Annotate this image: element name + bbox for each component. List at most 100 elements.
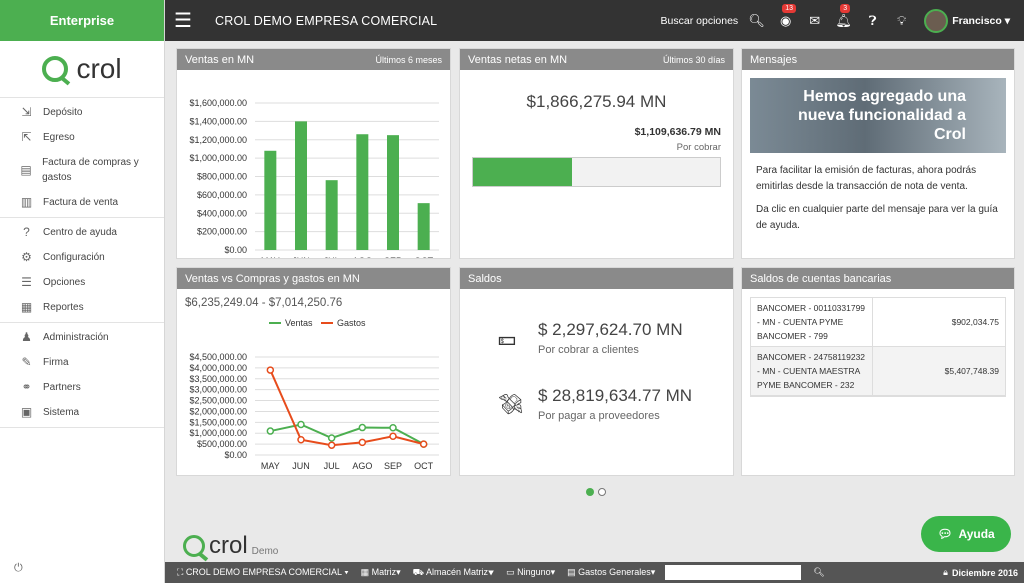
- card-header: Ventas en MN Últimos 6 meses: [177, 49, 450, 70]
- progress-bar: [472, 157, 721, 187]
- x-tick-label: AGO: [352, 256, 372, 258]
- hamburger-menu-icon[interactable]: ☰: [165, 0, 201, 41]
- topbar: ☰ CROL DEMO EMPRESA COMERCIAL Buscar opc…: [165, 0, 1024, 41]
- bank-account-amount: $902,034.75: [951, 317, 999, 327]
- carousel-dot-active[interactable]: [586, 488, 594, 496]
- message-body: Para facilitar la emisión de facturas, a…: [742, 153, 1014, 234]
- truck-icon: ⛟: [412, 566, 426, 577]
- series-line: [269, 369, 424, 447]
- card-subtitle: Últimos 6 meses: [375, 54, 442, 65]
- card-mensajes[interactable]: Mensajes Hemos agregado una nueva funcio…: [741, 48, 1015, 259]
- data-point: [327, 434, 336, 442]
- sidebar-item[interactable]: ☰ Opciones: [0, 270, 164, 295]
- footer-search-input[interactable]: [665, 565, 802, 580]
- x-tick-label: AGO: [352, 461, 372, 469]
- message-paragraph: Da clic en cualquier parte del mensaje p…: [756, 204, 998, 231]
- carousel-dot[interactable]: [598, 488, 606, 496]
- progress-fill: [473, 158, 572, 186]
- footer-gastos[interactable]: ▤ Gastos Generales▾: [567, 567, 655, 578]
- sidebar-item[interactable]: ▤ Factura de compras y gastos: [0, 150, 164, 190]
- sidebar-item-label: Configuración: [43, 252, 105, 263]
- sidebar-item[interactable]: ▣ Sistema: [0, 400, 164, 425]
- sidebar-item[interactable]: ⚙ Configuración: [0, 245, 164, 270]
- footer-bar: ⛶ CROL DEMO EMPRESA COMERCIAL ▾ ▦ Matriz…: [165, 562, 1024, 583]
- sidebar-item[interactable]: ⇲ Depósito: [0, 100, 164, 125]
- search-icon[interactable]: 🔍︎: [742, 13, 771, 29]
- sidebar-item-label: Centro de ayuda: [43, 227, 117, 238]
- data-point: [358, 438, 367, 447]
- table-row[interactable]: BANCOMER - 24758119232 - MN - CUENTA MAE…: [751, 347, 1005, 396]
- footer-date[interactable]: Diciembre 2016: [952, 568, 1018, 578]
- search-options[interactable]: Buscar opciones: [661, 15, 739, 27]
- banner-text: Hemos agregado una nueva funcionalidad a…: [797, 88, 966, 143]
- crol-logo-icon: [42, 56, 69, 82]
- bank-account-amount: $5,407,748.39: [944, 366, 999, 376]
- help-button-label: Ayuda: [958, 527, 995, 541]
- x-tick-label: JUN: [292, 256, 310, 258]
- footer-company[interactable]: ⛶ CROL DEMO EMPRESA COMERCIAL ▾: [177, 567, 349, 578]
- card-header: Ventas vs Compras y gastos en MN: [177, 268, 450, 289]
- sidebar-item[interactable]: ⚭ Partners: [0, 375, 164, 400]
- reports-icon: ▦: [20, 300, 33, 314]
- footer-matriz-label: Matriz: [371, 567, 397, 577]
- menu-group: ? Centro de ayuda ⚙ Configuración ☰ Opciones ▦…: [0, 218, 164, 323]
- bell-icon[interactable]: 🔔︎ 3: [829, 3, 858, 29]
- footer-matriz[interactable]: ▦ Matriz▾: [361, 567, 401, 578]
- card-saldos: Saldos 💵︎ $ 2,297,624.70 MN Por cobrar a…: [459, 267, 734, 476]
- y-tick-label: $200,000.00: [197, 227, 247, 237]
- y-tick-label: $1,600,000.00: [189, 98, 247, 108]
- y-tick-label: $600,000.00: [197, 190, 247, 200]
- data-point: [389, 432, 397, 441]
- footer-ninguno[interactable]: ▭ Ninguno▾: [506, 567, 555, 578]
- sidebar-item[interactable]: ⇱ Egreso: [0, 125, 164, 150]
- card-ventas-netas: Ventas netas en MN Últimos 30 días $1,866…: [459, 48, 734, 259]
- y-tick-label: $0.00: [224, 450, 247, 460]
- handshake-icon: ⚭: [21, 380, 32, 394]
- table-row[interactable]: BANCOMER - 00110331799 - MN - CUENTA PYM…: [751, 298, 1005, 347]
- card-saldos-bancarios: Saldos de cuentas bancarias BANCOMER - 0…: [741, 267, 1015, 476]
- sidebar-item[interactable]: ♟ Administración: [0, 325, 164, 350]
- bell-badge: 3: [840, 3, 851, 13]
- avatar[interactable]: [924, 8, 949, 33]
- user-menu[interactable]: Francisco ▾: [952, 15, 1010, 27]
- deposit-icon: ⇲: [21, 105, 32, 119]
- card-title: Saldos de cuentas bancarias: [750, 272, 892, 285]
- power-icon[interactable]: ⏻: [14, 562, 23, 575]
- y-tick-label: $4,000,000.00: [189, 363, 247, 373]
- sidebar-item-label: Reportes: [43, 302, 84, 313]
- footer-almacen-label: Almacén Matriz: [425, 566, 488, 577]
- sidebar-item-label: Opciones: [43, 277, 86, 288]
- footer-ninguno-label: Ninguno: [517, 567, 551, 577]
- sidebar-item-label: Firma: [43, 357, 69, 368]
- company-name: CROL DEMO EMPRESA COMERCIAL: [215, 13, 438, 28]
- mail-icon[interactable]: ✉: [800, 13, 829, 29]
- help-button[interactable]: 💬︎ Ayuda: [921, 516, 1011, 552]
- sidebar-item[interactable]: ? Centro de ayuda: [0, 220, 164, 245]
- invoice-icon: ▤: [20, 162, 32, 177]
- card-title: Ventas en MN: [185, 53, 255, 66]
- sidebar-item-label: Factura de venta: [43, 197, 119, 208]
- sidebar-item-label: Egreso: [43, 132, 75, 143]
- y-tick-label: $0.00: [224, 245, 247, 255]
- footer-almacen[interactable]: ⛟ Almacén Matriz▾: [413, 567, 494, 579]
- sidebar-item[interactable]: ✎ Firma: [0, 350, 164, 375]
- y-tick-label: $1,500,000.00: [189, 417, 247, 427]
- sidebar-item[interactable]: ▦ Reportes: [0, 295, 164, 320]
- data-point: [389, 424, 397, 432]
- net-sales-total: $1,866,275.94 MN: [526, 92, 667, 111]
- sidebar-item[interactable]: ▥ Factura de venta: [0, 190, 164, 215]
- totals-text: $6,235,249.04 - $7,014,250.76: [185, 297, 343, 309]
- card-title: Ventas netas en MN: [468, 53, 568, 66]
- card-ventas-vs-gastos: Ventas vs Compras y gastos en MN $6,235,…: [176, 267, 451, 476]
- y-tick-label: $1,000,000.00: [189, 428, 247, 438]
- notifications-icon[interactable]: ◉ 13: [771, 3, 800, 29]
- y-tick-label: $3,000,000.00: [189, 385, 247, 395]
- crol-logo[interactable]: crol: [0, 41, 164, 98]
- help-icon[interactable]: ❓︎: [858, 13, 887, 29]
- lightbulb-icon[interactable]: 💡︎: [887, 13, 916, 29]
- menu-group: ⇲ Depósito ⇱ Egreso ▤ Factura de compras y ga…: [0, 98, 164, 218]
- footer-search-icon[interactable]: 🔍︎: [813, 567, 824, 578]
- egress-icon: ⇱: [21, 130, 32, 144]
- ventas-vs-gastos-line-chart: Ventas Gastos $0.00$500,000.00$1,000,000.0…: [189, 318, 439, 471]
- message-banner[interactable]: Hemos agregado una nueva funcionalidad a…: [750, 78, 1006, 153]
